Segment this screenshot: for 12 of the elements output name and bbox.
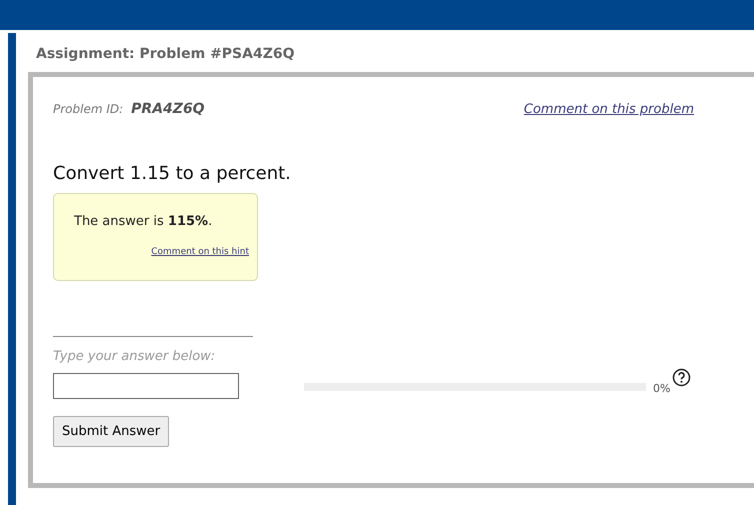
question-text: Convert 1.15 to a percent. (53, 162, 292, 186)
progress-reading: 0% (653, 381, 670, 397)
page-heading: Assignment: Problem #PSA4Z6Q (36, 45, 296, 64)
hint-text: The answer is 115%. (74, 213, 214, 231)
help-icon[interactable] (672, 368, 692, 387)
problem-id-label: Problem ID: (53, 101, 124, 118)
comment-hint-link[interactable]: Comment on this hint (74, 246, 249, 259)
problem-id: PRA4Z6Q (131, 100, 205, 119)
comment-problem-link[interactable]: Comment on this problem (524, 100, 694, 120)
answer-field[interactable] (53, 372, 239, 398)
answer-label: Type your answer below: (53, 348, 216, 366)
submit-button[interactable]: Submit Answer (53, 416, 170, 447)
